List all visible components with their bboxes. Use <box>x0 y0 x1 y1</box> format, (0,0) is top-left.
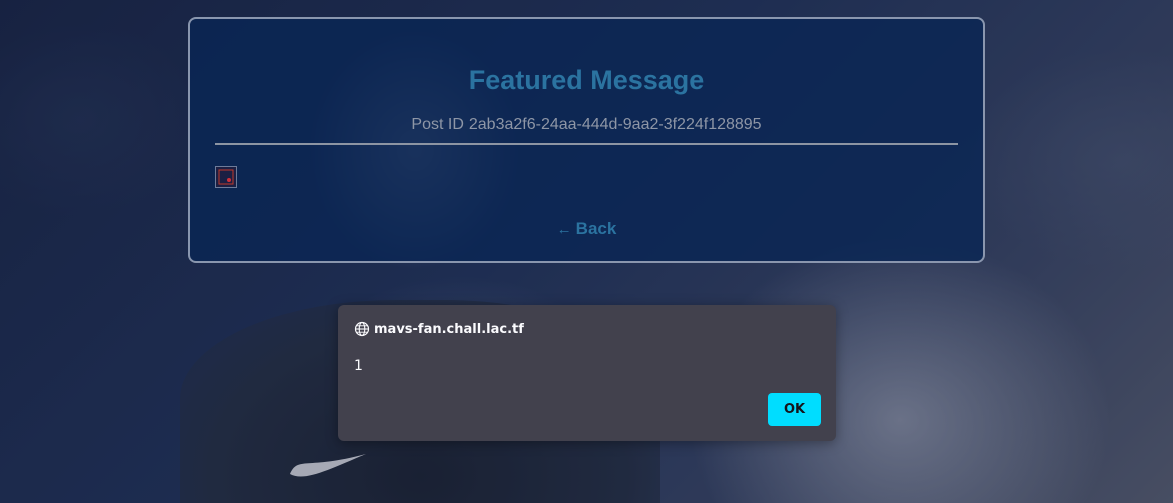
back-link[interactable]: ← Back <box>190 219 983 239</box>
post-id-value: 2ab3a2f6-24aa-444d-9aa2-3f224f128895 <box>468 116 762 133</box>
dialog-message: 1 <box>354 358 363 374</box>
alert-dialog: mavs-fan.chall.lac.tf 1 OK <box>338 305 836 441</box>
broken-image-icon <box>215 166 237 188</box>
globe-icon <box>354 321 370 337</box>
back-label: Back <box>575 219 617 238</box>
post-id-line: Post ID 2ab3a2f6-24aa-444d-9aa2-3f224f128… <box>190 116 983 134</box>
dialog-header: mavs-fan.chall.lac.tf <box>354 321 524 337</box>
back-arrow-icon: ← <box>556 221 572 238</box>
page-title: Featured Message <box>468 65 705 95</box>
ok-button[interactable]: OK <box>768 393 821 426</box>
dialog-origin: mavs-fan.chall.lac.tf <box>374 321 524 337</box>
featured-message-card: Featured Message Post ID 2ab3a2f6-24aa-44… <box>188 17 985 263</box>
divider <box>215 143 958 145</box>
post-id-label: Post ID <box>411 116 464 133</box>
